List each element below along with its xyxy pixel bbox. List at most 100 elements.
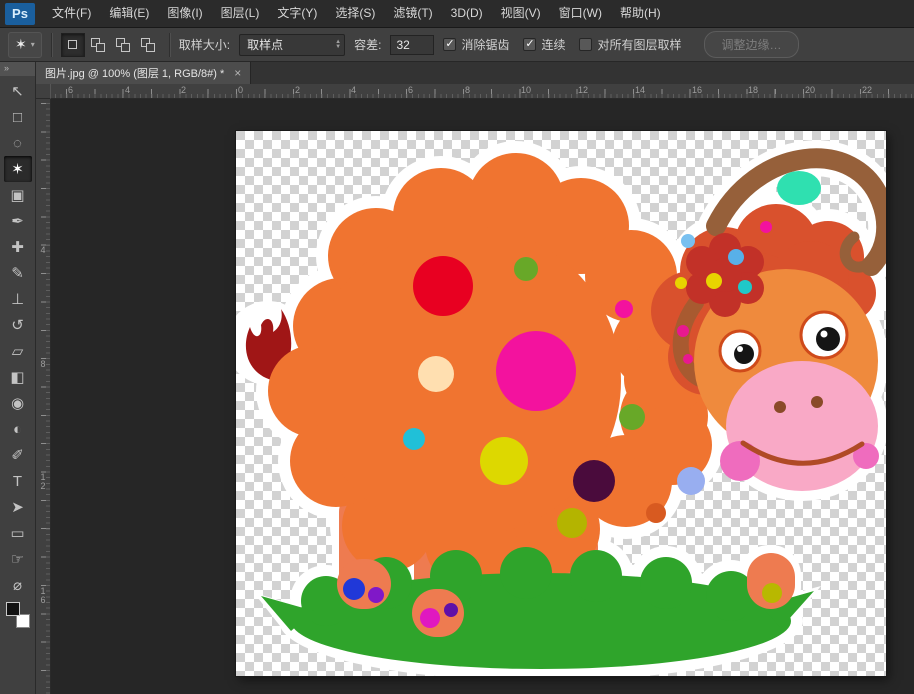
eyedropper-tool[interactable]: ✒ — [4, 208, 32, 234]
ruler-number: 14 — [635, 85, 645, 95]
menu-image[interactable]: 图像(I) — [158, 0, 211, 27]
menu-filter[interactable]: 滤镜(T) — [384, 0, 441, 27]
dodge-tool[interactable]: ◐ — [4, 416, 32, 442]
tools-list: ↖□◌✶▣✒✚✎⊥↺▱◧◉◐✐T➤▭☞⌀ — [4, 78, 32, 598]
chevron-down-icon: ▾ — [31, 40, 35, 49]
history-brush-tool[interactable]: ↺ — [4, 312, 32, 338]
checkbox-anti-alias[interactable]: ✓ 消除锯齿 — [443, 36, 509, 53]
menu-window[interactable]: 窗口(W) — [550, 0, 611, 27]
new-selection-button[interactable] — [61, 33, 85, 57]
ruler-number: 6 — [408, 85, 413, 95]
ruler-number: 1 6 — [38, 587, 48, 605]
sample-size-value: 取样点 — [247, 36, 283, 53]
selection-mode-group — [61, 33, 160, 57]
clone-stamp-tool[interactable]: ⊥ — [4, 286, 32, 312]
checkbox-box — [579, 38, 592, 51]
ruler-number: 22 — [862, 85, 872, 95]
color-swatches — [5, 601, 31, 629]
sample-size-select[interactable]: 取样点 ▲▼ — [239, 34, 345, 56]
workspace: » ↖□◌✶▣✒✚✎⊥↺▱◧◉◐✐T➤▭☞⌀ 图片.jpg @ 100% (图层… — [0, 62, 914, 694]
ruler-number: 20 — [805, 85, 815, 95]
refine-edge-button[interactable]: 调整边缘… — [704, 31, 798, 58]
tolerance-label: 容差: — [354, 36, 381, 53]
crop-tool[interactable]: ▣ — [4, 182, 32, 208]
menu-view[interactable]: 视图(V) — [492, 0, 550, 27]
path-selection-tool[interactable]: ➤ — [4, 494, 32, 520]
checkbox-label: 连续 — [541, 36, 565, 53]
type-tool[interactable]: T — [4, 468, 32, 494]
close-tab-icon[interactable]: × — [234, 66, 241, 80]
separator — [51, 33, 52, 57]
checkbox-label: 消除锯齿 — [461, 36, 509, 53]
checkbox-box: ✓ — [523, 38, 536, 51]
menu-file[interactable]: 文件(F) — [43, 0, 100, 27]
nostril — [774, 401, 786, 413]
eraser-tool[interactable]: ▱ — [4, 338, 32, 364]
menu-items: 文件(F)编辑(E)图像(I)图层(L)文字(Y)选择(S)滤镜(T)3D(D)… — [43, 0, 670, 27]
magic-wand-tool[interactable]: ✶ — [4, 156, 32, 182]
hand-tool[interactable]: ☞ — [4, 546, 32, 572]
rectangular-marquee-tool[interactable]: □ — [4, 104, 32, 130]
canvas-row: 4 8 1 2 1 6 — [36, 99, 914, 694]
photoshop-logo: Ps — [5, 3, 35, 25]
menu-select[interactable]: 选择(S) — [326, 0, 384, 27]
menu-bar: Ps 文件(F)编辑(E)图像(I)图层(L)文字(Y)选择(S)滤镜(T)3D… — [0, 0, 914, 28]
foreground-color-swatch[interactable] — [6, 602, 20, 616]
horn-tip — [777, 171, 821, 205]
document-tab-title: 图片.jpg @ 100% (图层 1, RGB/8#) * — [45, 65, 224, 81]
shape-tool[interactable]: ▭ — [4, 520, 32, 546]
blur-tool[interactable]: ◉ — [4, 390, 32, 416]
horizontal-ruler: 6420246810121416182022 — [51, 84, 914, 99]
options-checkboxes: ✓ 消除锯齿 ✓ 连续 对所有图层取样 — [443, 36, 681, 53]
ruler-number: 4 — [351, 85, 356, 95]
document-tab[interactable]: 图片.jpg @ 100% (图层 1, RGB/8#) * × — [36, 62, 251, 84]
background-color-swatch[interactable] — [16, 614, 30, 628]
brush-tool[interactable]: ✎ — [4, 260, 32, 286]
menu-edit[interactable]: 编辑(E) — [100, 0, 158, 27]
ruler-number: 4 — [38, 246, 48, 255]
menu-layer[interactable]: 图层(L) — [212, 0, 269, 27]
tolerance-input[interactable] — [390, 35, 434, 55]
document-area: 图片.jpg @ 100% (图层 1, RGB/8#) * × 6420246… — [36, 62, 914, 694]
ruler-number: 2 — [181, 85, 186, 95]
add-to-selection-button[interactable] — [86, 33, 110, 57]
menu-3d[interactable]: 3D(D) — [442, 0, 492, 27]
ruler-number: 0 — [238, 85, 243, 95]
menu-type[interactable]: 文字(Y) — [268, 0, 326, 27]
ruler-number: 16 — [692, 85, 702, 95]
canvas-area[interactable] — [51, 99, 914, 694]
ruler-number: 8 — [465, 85, 470, 95]
gradient-tool[interactable]: ◧ — [4, 364, 32, 390]
ruler-number: 12 — [578, 85, 588, 95]
options-bar: ✶ ▾ 取样大小: 取样点 ▲▼ 容差: ✓ 消除锯齿 ✓ 连续 对所有图层取样 调整边… — [0, 28, 914, 62]
ruler-number: 1 2 — [38, 473, 48, 491]
sample-size-label: 取样大小: — [179, 36, 230, 53]
ruler-number: 6 — [68, 85, 73, 95]
lasso-tool[interactable]: ◌ — [4, 130, 32, 156]
ruler-number: 8 — [38, 360, 48, 369]
cow-illustration — [236, 131, 886, 676]
checkbox-contiguous[interactable]: ✓ 连续 — [523, 36, 565, 53]
subtract-from-selection-button[interactable] — [111, 33, 135, 57]
spinner-icon: ▲▼ — [335, 40, 341, 50]
healing-brush-tool[interactable]: ✚ — [4, 234, 32, 260]
toolbar-collapse-button[interactable]: » — [0, 62, 35, 76]
checkbox-sample-all-layers[interactable]: 对所有图层取样 — [579, 36, 681, 53]
checkbox-box: ✓ — [443, 38, 456, 51]
document-image[interactable] — [236, 131, 886, 676]
document-tab-bar: 图片.jpg @ 100% (图层 1, RGB/8#) * × — [36, 62, 914, 84]
nostril — [811, 396, 823, 408]
ruler-number: 18 — [748, 85, 758, 95]
ruler-corner — [36, 84, 51, 99]
ruler-row: 6420246810121416182022 — [36, 84, 914, 99]
zoom-tool[interactable]: ⌀ — [4, 572, 32, 598]
checkbox-label: 对所有图层取样 — [597, 36, 681, 53]
photoshop-window: Ps 文件(F)编辑(E)图像(I)图层(L)文字(Y)选择(S)滤镜(T)3D… — [0, 0, 914, 694]
tool-preset-picker[interactable]: ✶ ▾ — [8, 32, 42, 58]
menu-help[interactable]: 帮助(H) — [611, 0, 670, 27]
intersect-selection-button[interactable] — [136, 33, 160, 57]
ruler-number: 2 — [295, 85, 300, 95]
move-tool[interactable]: ↖ — [4, 78, 32, 104]
pen-tool[interactable]: ✐ — [4, 442, 32, 468]
ruler-number: 10 — [521, 85, 531, 95]
